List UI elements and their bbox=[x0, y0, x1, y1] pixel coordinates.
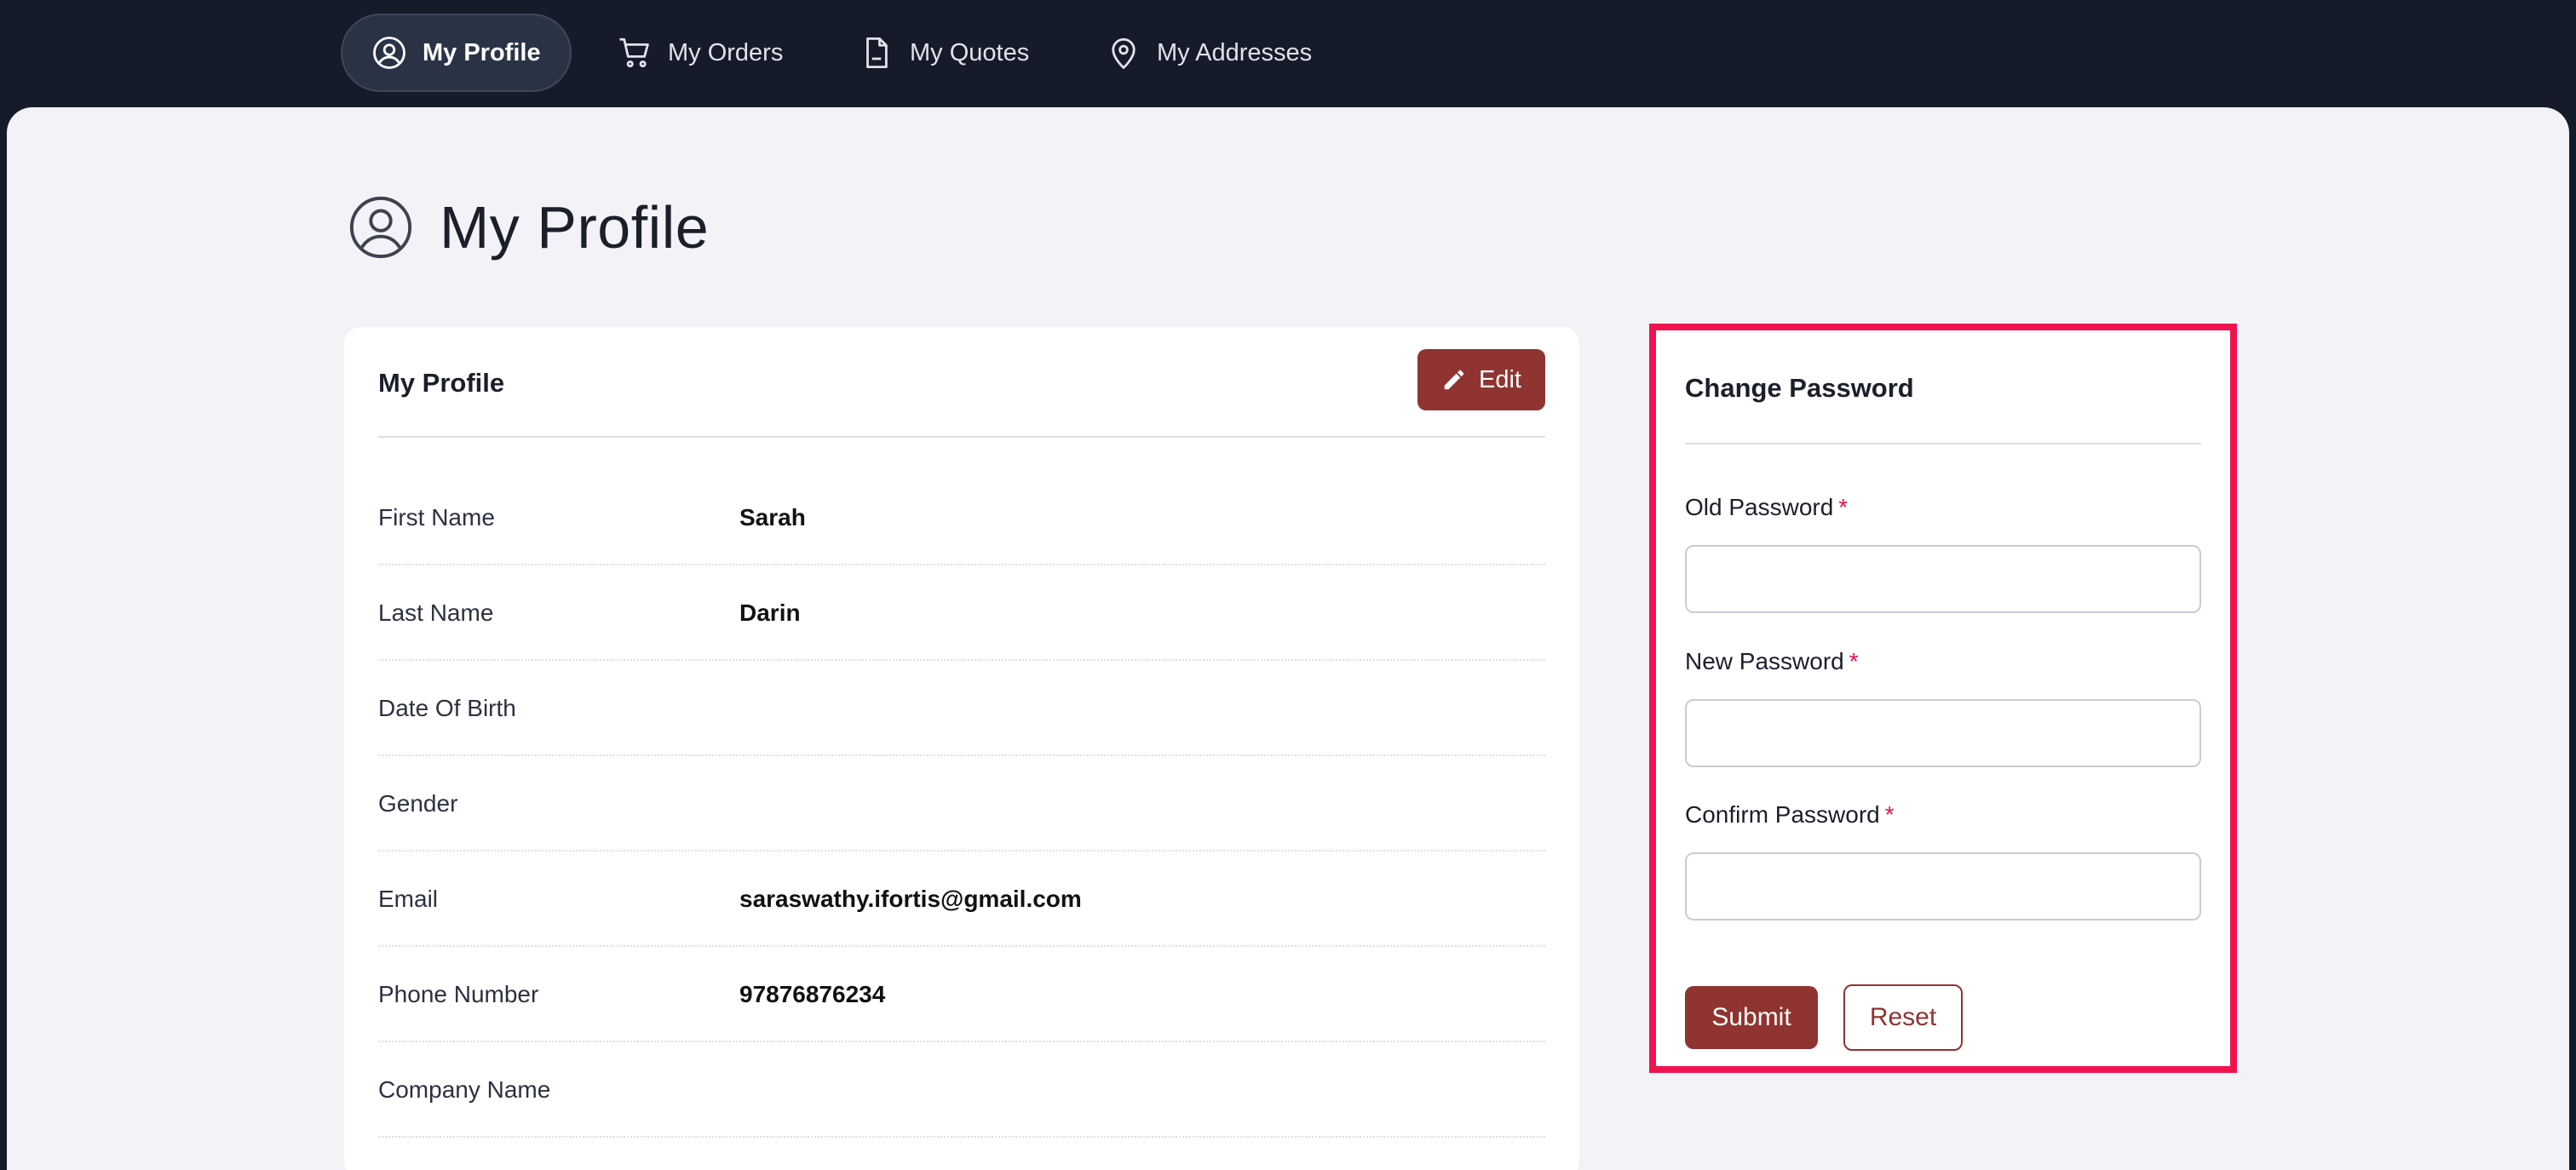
field-value: 97876876234 bbox=[739, 981, 886, 1007]
profile-card: My Profile Edit First Name Sarah Last Na… bbox=[344, 327, 1579, 1170]
main-content: My Profile My Profile Edit First Name Sa… bbox=[7, 107, 2569, 1170]
field-label: First Name bbox=[378, 504, 495, 531]
profile-card-header: My Profile Edit bbox=[378, 327, 1545, 438]
nav-item-label: My Quotes bbox=[910, 38, 1030, 66]
change-password-header: Change Password bbox=[1685, 330, 2201, 444]
user-circle-icon bbox=[348, 194, 414, 261]
confirm-password-input[interactable] bbox=[1685, 852, 2201, 921]
field-value: Darin bbox=[739, 599, 801, 626]
required-mark: * bbox=[1849, 648, 1859, 674]
edit-button[interactable]: Edit bbox=[1417, 349, 1545, 410]
nav-item-label: My Addresses bbox=[1157, 38, 1313, 66]
field-label: Phone Number bbox=[378, 981, 539, 1007]
nav-item-label: My Orders bbox=[668, 38, 784, 66]
pencil-icon bbox=[1444, 370, 1464, 390]
document-icon bbox=[859, 35, 894, 71]
location-pin-icon bbox=[1106, 35, 1141, 71]
edit-button-label: Edit bbox=[1479, 365, 1521, 393]
profile-field-email: Email saraswathy.ifortis@gmail.com bbox=[378, 852, 1545, 947]
old-password-input[interactable] bbox=[1685, 545, 2201, 613]
new-password-input[interactable] bbox=[1685, 699, 2201, 767]
confirm-password-group: Confirm Password * bbox=[1685, 798, 2201, 921]
profile-field-list: First Name Sarah Last Name Darin Date Of… bbox=[378, 470, 1545, 1138]
old-password-group: Old Password * bbox=[1685, 490, 2201, 613]
nav-item-label: My Profile bbox=[423, 38, 541, 66]
profile-field-first-name: First Name Sarah bbox=[378, 470, 1545, 565]
field-label: Company Name bbox=[378, 1076, 551, 1103]
top-navigation: My Profile My Orders My Quotes My Addres… bbox=[0, 0, 2576, 107]
nav-item-my-addresses[interactable]: My Addresses bbox=[1106, 14, 1312, 92]
change-password-title: Change Password bbox=[1685, 373, 1914, 403]
required-mark: * bbox=[1838, 494, 1849, 520]
field-value: saraswathy.ifortis@gmail.com bbox=[739, 886, 1082, 912]
change-password-card: Change Password Old Password * New Passwo… bbox=[1649, 324, 2237, 1073]
field-label: Gender bbox=[378, 790, 458, 817]
page-title: My Profile bbox=[348, 189, 709, 266]
field-label: Date Of Birth bbox=[378, 695, 516, 721]
old-password-label: Old Password * bbox=[1685, 494, 1849, 520]
field-value: Sarah bbox=[739, 504, 806, 531]
new-password-group: New Password * bbox=[1685, 645, 2201, 767]
user-circle-icon bbox=[371, 35, 407, 71]
profile-field-gender: Gender bbox=[378, 756, 1545, 852]
reset-button[interactable]: Reset bbox=[1843, 984, 1963, 1051]
profile-field-company-name: Company Name bbox=[378, 1042, 1545, 1138]
nav-item-my-orders[interactable]: My Orders bbox=[617, 14, 783, 92]
field-label: Last Name bbox=[378, 599, 494, 626]
submit-button[interactable]: Submit bbox=[1685, 986, 1818, 1049]
nav-item-my-quotes[interactable]: My Quotes bbox=[859, 14, 1029, 92]
profile-card-title: My Profile bbox=[378, 368, 505, 398]
confirm-password-label: Confirm Password * bbox=[1685, 801, 1895, 828]
required-mark: * bbox=[1884, 801, 1895, 828]
new-password-label: New Password * bbox=[1685, 648, 1859, 674]
profile-field-last-name: Last Name Darin bbox=[378, 565, 1545, 661]
page-title-text: My Profile bbox=[440, 194, 710, 261]
cart-icon bbox=[617, 35, 653, 71]
nav-item-my-profile[interactable]: My Profile bbox=[341, 14, 572, 92]
field-label: Email bbox=[378, 886, 439, 912]
profile-field-phone-number: Phone Number 97876876234 bbox=[378, 947, 1545, 1042]
profile-field-date-of-birth: Date Of Birth bbox=[378, 661, 1545, 756]
